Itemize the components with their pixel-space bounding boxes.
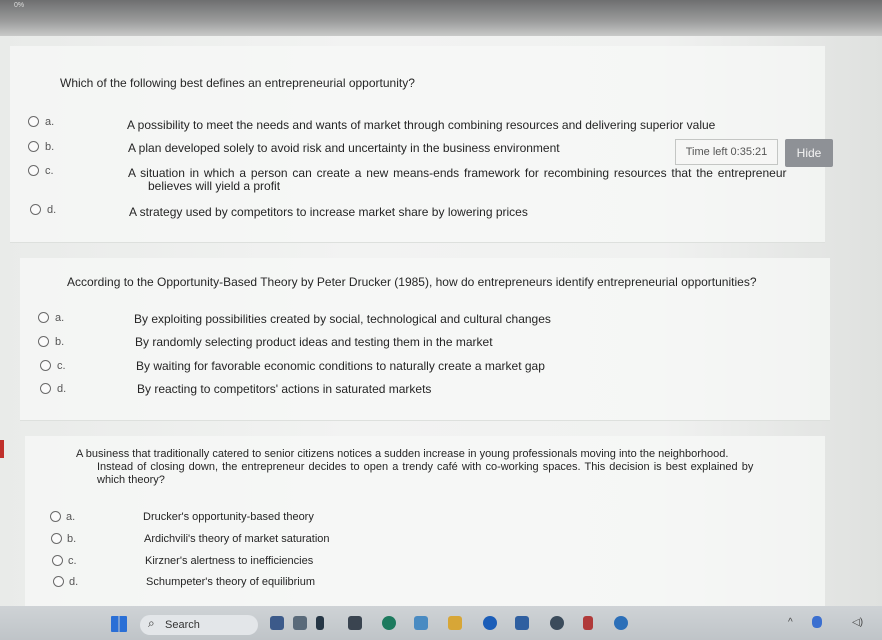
flag-marker — [0, 440, 4, 458]
option-letter: b. — [55, 336, 65, 348]
chevron-up-icon[interactable]: ^ — [788, 617, 793, 628]
edge-icon[interactable] — [382, 616, 396, 630]
radio-button[interactable] — [28, 141, 39, 152]
radio-button[interactable] — [28, 116, 39, 127]
folder-icon[interactable] — [448, 616, 462, 630]
option-letter: b. — [45, 141, 55, 153]
radio-button[interactable] — [38, 312, 49, 323]
option-text: Drucker's opportunity-based theory — [143, 511, 314, 523]
option-letter: a. — [66, 511, 76, 523]
question-3-text-line3: which theory? — [97, 474, 165, 486]
question-3-text: A business that traditionally catered to… — [76, 448, 729, 460]
option-text: Kirzner's alertness to inefficiencies — [145, 555, 314, 567]
browser-icon[interactable] — [550, 616, 564, 630]
radio-button[interactable] — [28, 165, 39, 176]
option-letter: d. — [57, 383, 67, 395]
option-text: By exploiting possibilities created by s… — [134, 312, 551, 326]
hide-timer-button[interactable]: Hide — [785, 139, 833, 167]
option-text: By waiting for favorable economic condit… — [136, 359, 545, 373]
search-label: Search — [165, 619, 200, 631]
option-text-continued: believes will yield a profit — [148, 179, 281, 193]
taskbar: ⌕ Search ^ ◁) — [0, 606, 882, 640]
option-letter: a. — [45, 116, 55, 128]
question-1-text: Which of the following best defines an e… — [60, 76, 415, 90]
option-text: By reacting to competitors' actions in s… — [137, 382, 432, 396]
windows-start-icon[interactable] — [111, 616, 127, 632]
radio-button[interactable] — [51, 533, 62, 544]
option-text: A plan developed solely to avoid risk an… — [128, 141, 560, 155]
taskbar-search[interactable]: ⌕ Search — [140, 615, 258, 635]
question-2-text: According to the Opportunity-Based Theor… — [67, 275, 757, 289]
radio-button[interactable] — [40, 383, 51, 394]
option-letter: d. — [47, 204, 57, 216]
progress-label: 0% — [14, 2, 25, 9]
option-letter: c. — [45, 165, 54, 177]
option-letter: d. — [69, 576, 79, 588]
option-text: A possibility to meet the needs and want… — [127, 118, 716, 132]
option-letter: b. — [67, 533, 77, 545]
radio-button[interactable] — [30, 204, 41, 215]
task-view-icon[interactable] — [293, 616, 307, 630]
security-icon[interactable] — [812, 616, 822, 628]
time-left-display: Time left 0:35:21 — [675, 139, 778, 165]
option-text: Ardichvili's theory of market saturation — [144, 533, 330, 545]
store-icon[interactable] — [515, 616, 529, 630]
radio-button[interactable] — [38, 336, 49, 347]
volume-icon[interactable]: ◁) — [852, 617, 863, 628]
radio-button[interactable] — [40, 360, 51, 371]
radio-button[interactable] — [50, 511, 61, 522]
radio-button[interactable] — [53, 576, 64, 587]
mail-icon[interactable] — [483, 616, 497, 630]
browser-top-bar: 0% — [0, 0, 882, 36]
photos-icon[interactable] — [414, 616, 428, 630]
option-text: Schumpeter's theory of equilibrium — [146, 576, 316, 588]
question-3-text-line2: Instead of closing down, the entrepreneu… — [97, 461, 754, 473]
option-letter: c. — [68, 555, 77, 567]
option-letter: c. — [57, 360, 66, 372]
chat-icon[interactable] — [316, 616, 324, 630]
app-n-icon[interactable] — [583, 616, 593, 630]
option-letter: a. — [55, 312, 65, 324]
widgets-icon[interactable] — [270, 616, 284, 630]
apps-icon[interactable] — [348, 616, 362, 630]
radio-button[interactable] — [52, 555, 63, 566]
option-text: A strategy used by competitors to increa… — [129, 205, 528, 219]
search-icon: ⌕ — [148, 616, 155, 630]
chrome-icon[interactable] — [614, 616, 628, 630]
option-text: By randomly selecting product ideas and … — [135, 335, 493, 349]
